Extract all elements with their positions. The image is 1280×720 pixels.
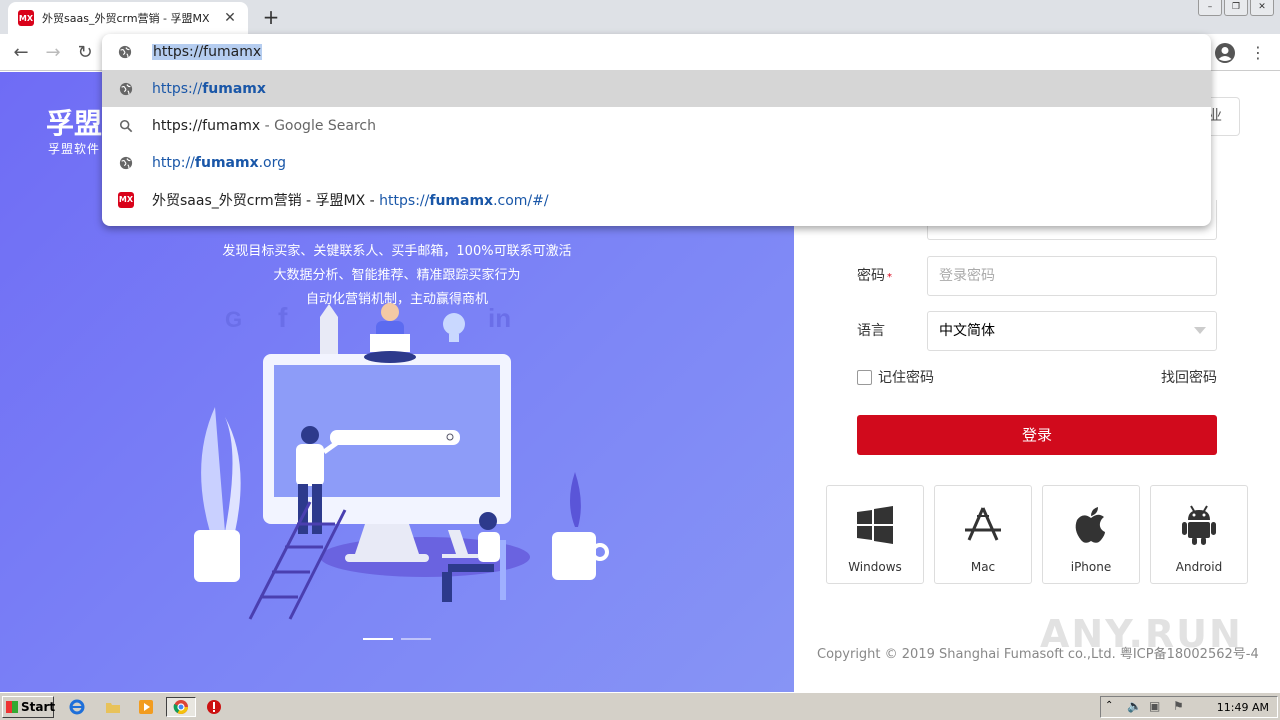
linkedin-icon: in xyxy=(488,303,511,333)
hero-illustration: G f in xyxy=(194,302,609,620)
download-mac[interactable]: Mac xyxy=(934,485,1032,584)
suggestion-hint: - Google Search xyxy=(260,117,376,134)
apple-icon xyxy=(1075,507,1105,543)
remember-label: 记住密码 xyxy=(878,370,934,386)
pencil-icon xyxy=(320,317,338,357)
folder-icon[interactable] xyxy=(102,697,124,717)
anyrun-watermark: ANY.RUN xyxy=(1040,612,1243,656)
new-tab-button[interactable]: + xyxy=(258,4,284,30)
kebab-menu-icon[interactable]: ⋮ xyxy=(1250,42,1266,64)
remember-checkbox[interactable] xyxy=(857,369,872,385)
volume-icon[interactable]: 🔈 xyxy=(1127,699,1142,713)
language-select[interactable]: 中文简体 xyxy=(927,311,1217,351)
password-placeholder: 登录密码 xyxy=(939,268,995,284)
minimize-button[interactable]: – xyxy=(1198,0,1222,16)
start-button[interactable]: Start xyxy=(2,696,56,718)
network-icon[interactable]: ▣ xyxy=(1149,699,1160,713)
omnibox-suggestion[interactable]: https://fumamx - Google Search xyxy=(102,107,1211,144)
hero-line: 发现目标买家、关键联系人、买手邮箱，100%可联系可激活 xyxy=(222,244,572,259)
ie-icon[interactable] xyxy=(66,697,88,717)
language-label: 语言 xyxy=(857,323,885,339)
app-label: Windows xyxy=(848,560,902,574)
suggestion-text: https://fumamx xyxy=(152,117,261,134)
password-field[interactable]: 登录密码 xyxy=(927,256,1217,296)
carousel-indicator xyxy=(363,638,431,640)
start-label: Start xyxy=(21,700,56,714)
globe-icon xyxy=(119,82,133,95)
password-label: 密码 * xyxy=(857,265,892,285)
app-download-list: Windows Mac iPhone Android xyxy=(826,485,1248,584)
suggestion-title: 外贸saas_外贸crm营销 - 孚盟MX xyxy=(152,192,366,209)
suggestion-suffix: .com/#/ xyxy=(493,192,549,209)
tray-expand-icon[interactable]: ⌃ xyxy=(1105,700,1113,711)
clock: 11:49 AM xyxy=(1216,701,1269,714)
chrome-icon[interactable] xyxy=(166,697,196,717)
bulb-icon xyxy=(443,313,465,335)
app-label: iPhone xyxy=(1070,560,1112,574)
facebook-icon: f xyxy=(278,302,288,333)
restore-button[interactable]: ❐ xyxy=(1224,0,1248,16)
mx-favicon: MX xyxy=(118,191,134,208)
reload-icon[interactable]: ↻ xyxy=(72,40,98,66)
windows-flag-icon xyxy=(6,701,18,713)
globe-icon xyxy=(118,45,132,59)
hero-line: 大数据分析、智能推荐、精准跟踪买家行为 xyxy=(273,268,521,283)
download-android[interactable]: Android xyxy=(1150,485,1248,584)
suggestion-match: fumamx xyxy=(202,80,266,97)
window-controls: – ❐ ✕ xyxy=(1198,0,1274,16)
stop-icon[interactable] xyxy=(203,697,225,717)
browser-titlebar: MX 外贸saas_外贸crm营销 - 孚盟MX ✕ + – ❐ ✕ xyxy=(0,0,1280,34)
windows-icon xyxy=(857,506,893,544)
suggestion-prefix: https:// xyxy=(379,192,430,209)
required-mark: * xyxy=(887,272,892,283)
address-bar[interactable]: https://fumamx xyxy=(102,34,1211,70)
forgot-password-link[interactable]: 找回密码 xyxy=(1161,367,1217,387)
app-label: Android xyxy=(1175,560,1223,574)
app-label: Mac xyxy=(970,560,996,574)
omnibox-dropdown: https://fumamx https://fumamx https://fu… xyxy=(102,34,1211,226)
flag-icon[interactable]: ⚑ xyxy=(1173,699,1184,713)
suggestion-separator: - xyxy=(365,192,380,209)
chevron-down-icon xyxy=(1194,327,1206,334)
google-icon: G xyxy=(225,307,242,332)
windows-taskbar: Start ⌃ 🔈 ▣ ⚑ 11:49 AM xyxy=(0,692,1280,720)
browser-tab[interactable]: MX 外贸saas_外贸crm营销 - 孚盟MX ✕ xyxy=(8,2,248,34)
remember-password[interactable]: 记住密码 xyxy=(857,367,934,387)
omnibox-suggestion[interactable]: http://fumamx.org xyxy=(102,144,1211,181)
download-windows[interactable]: Windows xyxy=(826,485,924,584)
mx-favicon: MX xyxy=(18,10,34,26)
login-button[interactable]: 登录 xyxy=(857,415,1217,455)
back-arrow-icon[interactable]: ← xyxy=(8,40,34,66)
carousel-dot[interactable] xyxy=(363,638,393,640)
brand-title: 孚盟 xyxy=(46,107,103,140)
suggestion-prefix: http:// xyxy=(152,154,195,171)
suggestion-match: fumamx xyxy=(194,154,259,171)
carousel-dot[interactable] xyxy=(401,638,431,640)
suggestion-prefix: https:// xyxy=(152,80,203,97)
language-value: 中文简体 xyxy=(939,323,995,339)
suggestion-suffix: .org xyxy=(258,154,287,171)
password-label-text: 密码 xyxy=(857,268,885,284)
media-player-icon[interactable] xyxy=(135,697,157,717)
tab-title: 外贸saas_外贸crm营销 - 孚盟MX xyxy=(42,12,210,25)
suggestion-match: fumamx xyxy=(429,192,494,209)
app-store-icon xyxy=(965,507,1001,541)
download-iphone[interactable]: iPhone xyxy=(1042,485,1140,584)
android-icon xyxy=(1182,505,1216,545)
omnibox-suggestion[interactable]: MX 外贸saas_外贸crm营销 - 孚盟MX - https://fumam… xyxy=(102,181,1211,218)
globe-icon xyxy=(119,156,133,169)
brand-subtitle: 孚盟软件 xyxy=(48,142,101,156)
omnibox-suggestion[interactable]: https://fumamx xyxy=(102,70,1211,107)
profile-icon[interactable] xyxy=(1214,42,1236,64)
system-tray: ⌃ 🔈 ▣ ⚑ 11:49 AM xyxy=(1100,696,1278,718)
search-icon xyxy=(119,119,133,132)
close-tab-icon[interactable]: ✕ xyxy=(222,10,238,26)
address-input[interactable]: https://fumamx xyxy=(152,44,263,60)
forward-arrow-icon[interactable]: → xyxy=(40,40,66,66)
close-window-button[interactable]: ✕ xyxy=(1250,0,1274,16)
